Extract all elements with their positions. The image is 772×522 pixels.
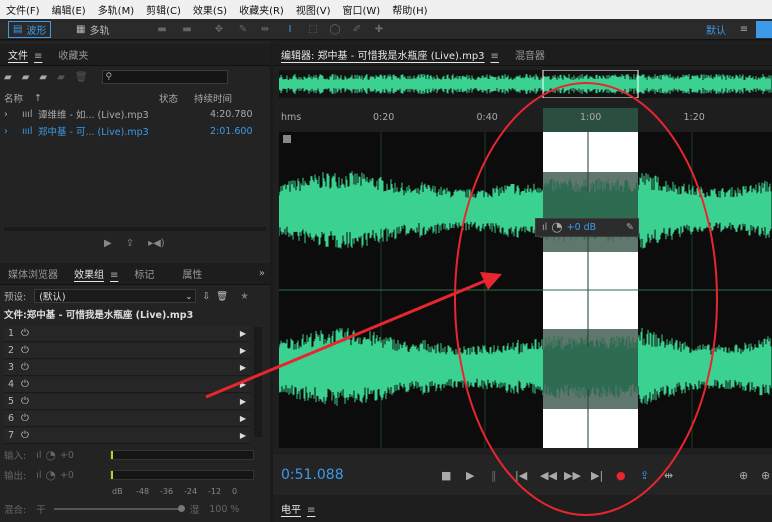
annotation-arrow-line [205, 276, 493, 399]
annotation-layer [205, 82, 718, 516]
annotation-ellipse [454, 82, 718, 516]
